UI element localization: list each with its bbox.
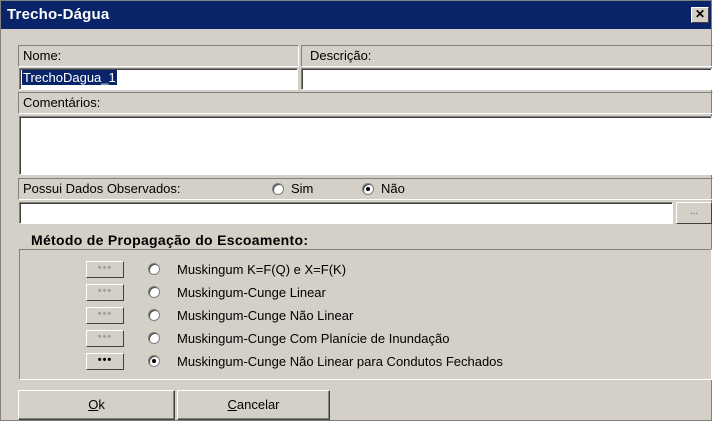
comments-textarea[interactable] [19,116,712,175]
observed-nao-radio[interactable] [362,183,374,195]
method-params-button[interactable]: ••• [86,261,124,278]
observed-path-input[interactable] [19,202,673,224]
method-params-button[interactable]: ••• [86,307,124,324]
method-radio[interactable] [148,263,160,275]
method-params-button[interactable]: ••• [86,353,124,370]
observed-row: Possui Dados Observados: Sim Não [18,178,713,200]
name-label-cell: Nome: [18,45,299,67]
name-input-value: TrechoDagua_1 [22,70,117,85]
method-option-label[interactable]: Muskingum-Cunge Linear [177,285,326,300]
method-option-label[interactable]: Muskingum-Cunge Não Linear [177,308,353,323]
method-option-label[interactable]: Muskingum K=F(Q) e X=F(K) [177,262,346,277]
method-section-title: Método de Propagação do Escoamento: [31,232,309,248]
method-option-label[interactable]: Muskingum-Cunge Com Planície de Inundaçã… [177,331,449,346]
name-input[interactable]: TrechoDagua_1 [19,68,298,90]
cancel-mnemonic: C [227,397,237,412]
cancel-button[interactable]: Cancelar [177,390,330,420]
method-options-panel: ••• Muskingum K=F(Q) e X=F(K) ••• Muskin… [19,249,712,380]
ok-label: k [98,397,105,412]
method-radio[interactable] [148,355,160,367]
observed-sim-radio[interactable] [272,183,284,195]
method-params-button[interactable]: ••• [86,330,124,347]
method-radio[interactable] [148,332,160,344]
method-radio[interactable] [148,309,160,321]
comments-label: Comentários: [23,95,101,110]
observed-sim-label[interactable]: Sim [291,181,313,196]
observed-nao-label[interactable]: Não [381,181,405,196]
comments-label-cell: Comentários: [18,92,713,114]
cancel-label: ancelar [236,397,280,412]
title-bar[interactable]: Trecho-Dágua ✕ [1,1,711,29]
ok-mnemonic: O [88,397,99,412]
dialog-window: Trecho-Dágua ✕ Nome: Descrição: TrechoDa… [0,0,713,421]
ok-button[interactable]: Ok [18,390,175,420]
description-label: Descrição: [310,48,372,63]
name-label: Nome: [23,48,62,63]
method-option-label[interactable]: Muskingum-Cunge Não Linear para Condutos… [177,354,503,369]
description-label-cell: Descrição: [301,45,713,67]
method-params-button[interactable]: ••• [86,284,124,301]
observed-label: Possui Dados Observados: [23,181,181,196]
window-title: Trecho-Dágua [7,6,110,23]
browse-button[interactable]: ... [676,202,712,224]
method-radio[interactable] [148,286,160,298]
description-input[interactable] [301,68,712,90]
close-icon[interactable]: ✕ [691,7,709,23]
